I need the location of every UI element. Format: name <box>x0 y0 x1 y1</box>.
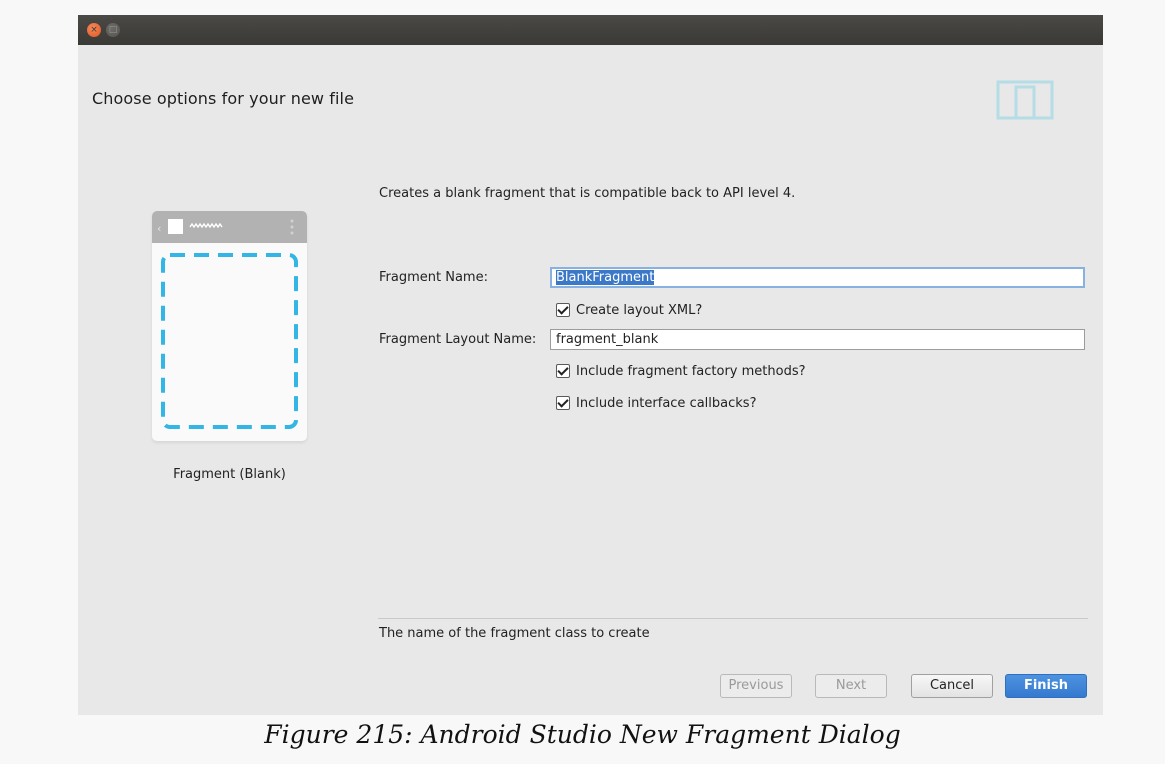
previous-button[interactable]: Previous <box>720 674 792 698</box>
create-layout-xml-checkbox[interactable]: Create layout XML? <box>556 302 702 318</box>
template-name: Fragment (Blank) <box>173 467 286 482</box>
footer-divider <box>378 618 1088 619</box>
finish-button[interactable]: Finish <box>1005 674 1087 698</box>
checkbox-checked-icon <box>556 303 570 317</box>
include-factory-methods-label: Include fragment factory methods? <box>576 363 806 379</box>
fragment-name-value: BlankFragment <box>556 270 655 285</box>
include-factory-methods-checkbox[interactable]: Include fragment factory methods? <box>556 363 806 379</box>
fragment-name-label: Fragment Name: <box>379 270 488 285</box>
fragment-placeholder-icon <box>161 253 298 429</box>
create-layout-xml-label: Create layout XML? <box>576 302 703 318</box>
dialog-heading: Choose options for your new file <box>92 89 355 108</box>
title-bar: × □ <box>78 15 1103 45</box>
include-interface-callbacks-label: Include interface callbacks? <box>576 395 757 411</box>
close-window-button[interactable]: × <box>87 23 101 37</box>
fragment-layout-name-input[interactable]: fragment_blank <box>550 329 1085 350</box>
device-tablet-phone-icon <box>996 80 1054 120</box>
cancel-button[interactable]: Cancel <box>911 674 993 698</box>
field-hint: The name of the fragment class to create <box>379 626 650 641</box>
checkbox-checked-icon <box>556 396 570 410</box>
template-description: Creates a blank fragment that is compati… <box>379 186 796 201</box>
checkbox-checked-icon <box>556 364 570 378</box>
figure-caption: Figure 215: Android Studio New Fragment … <box>264 720 901 749</box>
template-preview: ‹ <box>152 211 307 441</box>
next-button[interactable]: Next <box>815 674 887 698</box>
fragment-layout-name-value: fragment_blank <box>556 332 659 347</box>
fragment-layout-name-label: Fragment Layout Name: <box>379 332 537 347</box>
fragment-name-input[interactable]: BlankFragment <box>550 267 1085 288</box>
maximize-window-button[interactable]: □ <box>106 23 120 37</box>
include-interface-callbacks-checkbox[interactable]: Include interface callbacks? <box>556 395 756 411</box>
new-file-dialog: × □ Choose options for your new file ‹ F… <box>78 15 1103 715</box>
